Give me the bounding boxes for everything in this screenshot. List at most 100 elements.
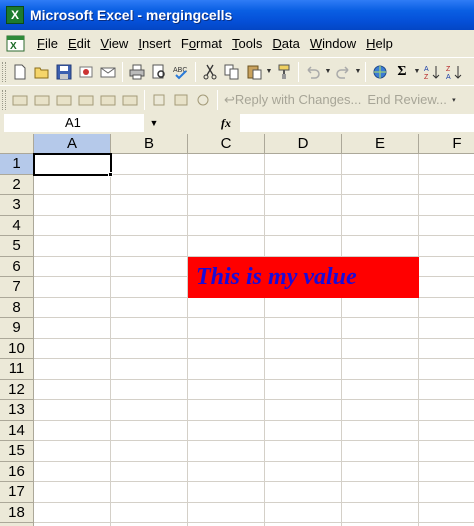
cell-d8[interactable] xyxy=(265,297,342,318)
cell-c9[interactable] xyxy=(188,318,265,339)
cell-f17[interactable] xyxy=(419,482,474,503)
cell-f6[interactable] xyxy=(419,256,474,277)
row-header-14[interactable]: 14 xyxy=(0,420,34,441)
autosum-dropdown-arrow[interactable]: ▼ xyxy=(413,61,421,83)
cell-a8[interactable] xyxy=(34,297,111,318)
review-icon-7[interactable] xyxy=(148,89,170,111)
cell-f15[interactable] xyxy=(419,441,474,462)
cell-e14[interactable] xyxy=(342,420,419,441)
cell-c18[interactable] xyxy=(188,502,265,523)
workbook-icon[interactable]: X xyxy=(6,35,26,53)
new-icon[interactable] xyxy=(9,61,31,83)
cell-b3[interactable] xyxy=(111,195,188,216)
row-header-9[interactable]: 9 xyxy=(0,318,34,339)
cell-b15[interactable] xyxy=(111,441,188,462)
review-icon-3[interactable] xyxy=(53,89,75,111)
row-header-10[interactable]: 10 xyxy=(0,338,34,359)
cell-e5[interactable] xyxy=(342,236,419,257)
row-header-7[interactable]: 7 xyxy=(0,277,34,298)
row-header-13[interactable]: 13 xyxy=(0,400,34,421)
cell-d16[interactable] xyxy=(265,461,342,482)
cell-b17[interactable] xyxy=(111,482,188,503)
merged-cell-c6-e7[interactable]: This is my value xyxy=(188,256,419,298)
review-icon-8[interactable] xyxy=(170,89,192,111)
undo-icon[interactable] xyxy=(302,61,324,83)
cell-c17[interactable] xyxy=(188,482,265,503)
cell-f16[interactable] xyxy=(419,461,474,482)
menu-help[interactable]: Help xyxy=(361,33,398,55)
review-icon-9[interactable] xyxy=(192,89,214,111)
save-icon[interactable] xyxy=(53,61,75,83)
redo-icon[interactable] xyxy=(332,61,354,83)
cell-d1[interactable] xyxy=(265,154,342,175)
cell-b11[interactable] xyxy=(111,359,188,380)
cell-e4[interactable] xyxy=(342,215,419,236)
cell-f3[interactable] xyxy=(419,195,474,216)
cell-a7[interactable] xyxy=(34,277,111,298)
cell-b16[interactable] xyxy=(111,461,188,482)
cell-c13[interactable] xyxy=(188,400,265,421)
cell-b6[interactable] xyxy=(111,256,188,277)
menu-view[interactable]: View xyxy=(95,33,133,55)
active-cell-selection[interactable] xyxy=(33,153,112,176)
review-icon-6[interactable] xyxy=(119,89,141,111)
cell-d17[interactable] xyxy=(265,482,342,503)
cell-e9[interactable] xyxy=(342,318,419,339)
review-icon-5[interactable] xyxy=(97,89,119,111)
cell-b13[interactable] xyxy=(111,400,188,421)
cell-a11[interactable] xyxy=(34,359,111,380)
menu-data[interactable]: Data xyxy=(267,33,304,55)
cell-d2[interactable] xyxy=(265,174,342,195)
cell-f5[interactable] xyxy=(419,236,474,257)
menu-edit[interactable]: Edit xyxy=(63,33,95,55)
row-header-8[interactable]: 8 xyxy=(0,297,34,318)
cell-d4[interactable] xyxy=(265,215,342,236)
cell-c5[interactable] xyxy=(188,236,265,257)
cell-d12[interactable] xyxy=(265,379,342,400)
autosum-icon[interactable]: Σ xyxy=(391,61,413,83)
select-all-corner[interactable] xyxy=(0,134,34,154)
cell-d18[interactable] xyxy=(265,502,342,523)
cell-b10[interactable] xyxy=(111,338,188,359)
cell-c2[interactable] xyxy=(188,174,265,195)
insert-function-icon[interactable]: fx xyxy=(216,114,236,132)
cell-c14[interactable] xyxy=(188,420,265,441)
redo-dropdown-arrow[interactable]: ▼ xyxy=(354,61,362,83)
cell-b7[interactable] xyxy=(111,277,188,298)
cell-f2[interactable] xyxy=(419,174,474,195)
row-header-15[interactable]: 15 xyxy=(0,441,34,462)
toolbar-grip[interactable] xyxy=(2,89,6,110)
cell-a14[interactable] xyxy=(34,420,111,441)
open-icon[interactable] xyxy=(31,61,53,83)
cell-b18[interactable] xyxy=(111,502,188,523)
cell-f12[interactable] xyxy=(419,379,474,400)
cell-e11[interactable] xyxy=(342,359,419,380)
cell-d9[interactable] xyxy=(265,318,342,339)
row-header-16[interactable]: 16 xyxy=(0,461,34,482)
cell-d13[interactable] xyxy=(265,400,342,421)
fill-handle[interactable] xyxy=(108,171,113,177)
reply-with-changes-button[interactable]: ↩Reply with Changes... xyxy=(221,92,364,108)
hyperlink-icon[interactable] xyxy=(369,61,391,83)
name-box[interactable]: A1 xyxy=(4,114,144,132)
column-header-d[interactable]: D xyxy=(265,134,342,154)
cell-e16[interactable] xyxy=(342,461,419,482)
cell-d10[interactable] xyxy=(265,338,342,359)
cell-f10[interactable] xyxy=(419,338,474,359)
cell-c8[interactable] xyxy=(188,297,265,318)
column-header-c[interactable]: C xyxy=(188,134,265,154)
spelling-icon[interactable]: ABC xyxy=(170,61,192,83)
cell-c16[interactable] xyxy=(188,461,265,482)
excel-icon[interactable]: X xyxy=(6,6,24,24)
name-box-dropdown-icon[interactable]: ▼ xyxy=(144,114,164,132)
sort-descending-icon[interactable]: ZA xyxy=(443,61,465,83)
cell-f9[interactable] xyxy=(419,318,474,339)
paste-dropdown-arrow[interactable]: ▼ xyxy=(265,61,273,83)
cell-a12[interactable] xyxy=(34,379,111,400)
cell-b9[interactable] xyxy=(111,318,188,339)
cell-b12[interactable] xyxy=(111,379,188,400)
copy-icon[interactable] xyxy=(221,61,243,83)
cell-c10[interactable] xyxy=(188,338,265,359)
cell-c11[interactable] xyxy=(188,359,265,380)
cell-c4[interactable] xyxy=(188,215,265,236)
